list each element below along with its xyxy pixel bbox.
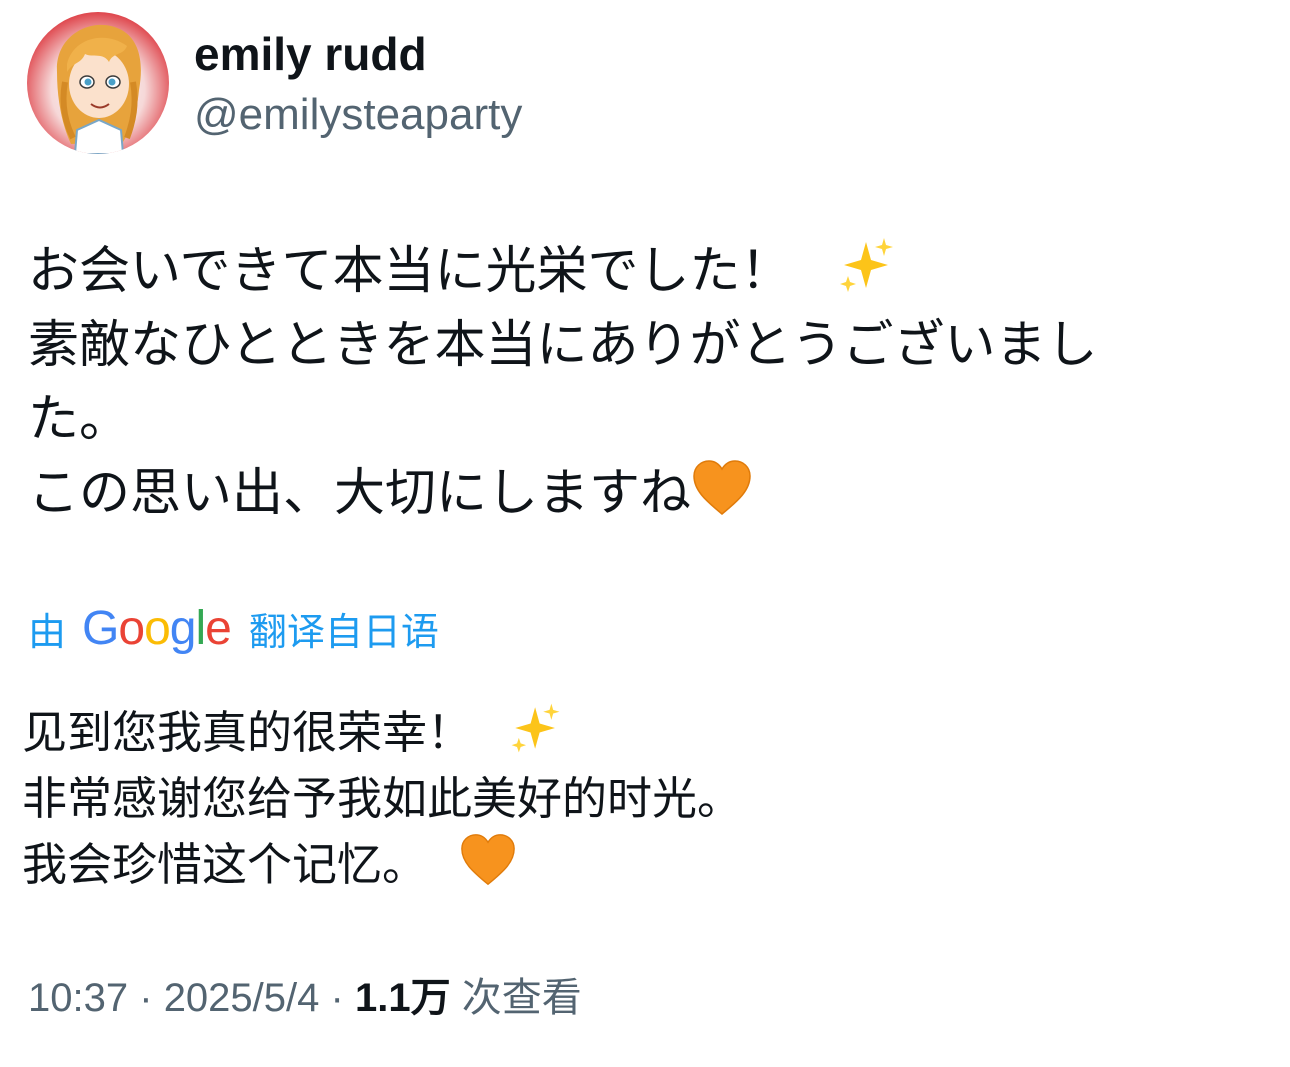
translation-line-3: 我会珍惜这个记忆。 (22, 832, 1262, 898)
views-count[interactable]: 1.1万 (355, 976, 451, 1020)
tweet-time[interactable]: 10:37 (28, 976, 128, 1020)
avatar[interactable] (27, 12, 169, 154)
translation-attribution[interactable]: 由 Google 翻译自日语 (28, 598, 439, 658)
tweet-line-2: 素敵なひとときを本当にありがとうございまし (28, 316, 1098, 375)
tweet-line-4: この思い出、大切にしますね (28, 457, 1268, 531)
translation-text-line: 见到您我真的很荣幸！ (22, 706, 473, 759)
tweet-line-3: た。 (28, 390, 131, 449)
tweet-meta: 10:37 · 2025/5/4 · 1.1万 次查看 (28, 972, 582, 1024)
views-label[interactable]: 次查看 (462, 976, 582, 1020)
tweet-text-line: お会いできて本当に光栄でした！ (28, 242, 792, 301)
translated-from-label[interactable]: 翻译自日语 (249, 601, 439, 656)
sparkles-icon (508, 700, 564, 756)
author-display-name[interactable]: emily rudd (194, 26, 427, 82)
sparkles-icon (836, 234, 898, 296)
tweet-line-1: お会いできて本当に光栄でした！ (28, 234, 1268, 309)
author-handle[interactable]: @emilysteaparty (194, 88, 522, 142)
tweet-text-line: この思い出、大切にしますね (28, 464, 692, 523)
meta-separator: · (139, 976, 153, 1020)
translation-line-1: 见到您我真的很荣幸！ (22, 700, 1262, 766)
translate-by-label: 由 (28, 609, 67, 654)
translation-line-2: 非常感谢您给予我如此美好的时光。 (22, 772, 743, 825)
translated-text: 见到您我真的很荣幸！ 非常感谢您给予我如此美好的时光。 我会珍惜这个记忆。 (22, 700, 1262, 898)
cartoon-portrait-avatar-icon (27, 12, 169, 154)
translation-text-line: 我会珍惜这个记忆。 (22, 838, 428, 891)
orange-heart-icon (459, 832, 517, 888)
google-logo: Google (82, 601, 232, 655)
orange-heart-icon (691, 458, 753, 518)
meta-separator: · (330, 976, 344, 1020)
tweet-date[interactable]: 2025/5/4 (164, 976, 320, 1020)
tweet-text: お会いできて本当に光栄でした！ 素敵なひとときを本当にありがとうございまし た。… (28, 234, 1268, 531)
